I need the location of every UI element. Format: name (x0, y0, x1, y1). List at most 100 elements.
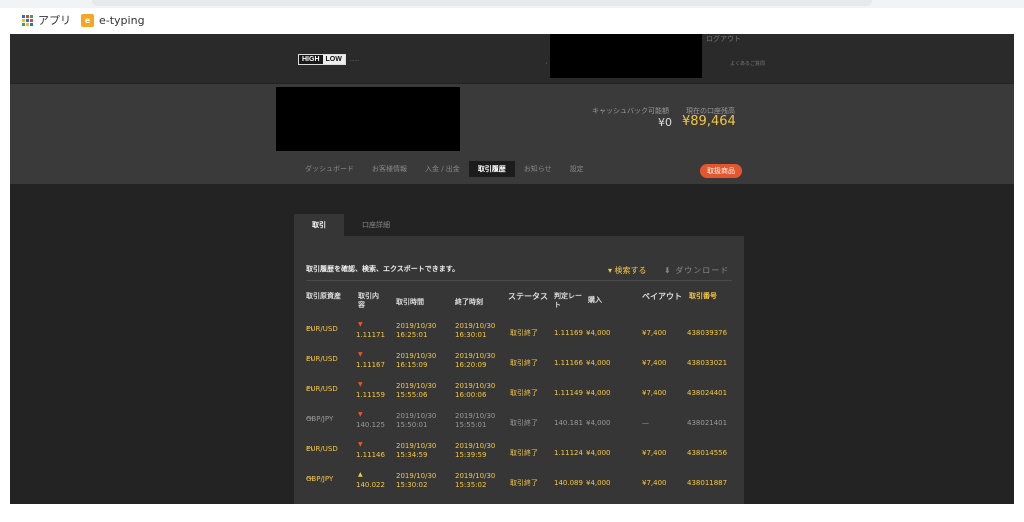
end-clock: 15:35:02 (455, 481, 487, 489)
apps-grid-icon (22, 14, 33, 26)
start-clock: 15:55:06 (396, 391, 428, 399)
purchase-cell: ¥4,000 (586, 449, 611, 457)
tab-trades[interactable]: 取引 (294, 214, 344, 236)
col-purchase[interactable]: 購入 (588, 296, 602, 305)
end-date: 2019/10/30 (455, 352, 496, 360)
address-field[interactable] (92, 0, 872, 6)
judge-rate-cell: 1.11124 (554, 449, 583, 457)
logo-low: LOW (322, 55, 345, 64)
download-button[interactable]: ⬇ ダウンロード (664, 265, 729, 276)
payout-cell: ¥7,400 (642, 449, 667, 457)
col-asset[interactable]: 取引原資産 (306, 292, 341, 301)
status-cell: 取引終了 (510, 419, 538, 427)
payout-cell: ¥7,400 (642, 359, 667, 367)
trade-id-cell: 438021401 (687, 419, 728, 427)
end-time: 2019/10/30 15:35:02 (455, 472, 495, 490)
site-header: HIGH LOW ...... ・ ログアウト よくあるご質問 (10, 34, 1014, 84)
judge-rate-cell: 1.11149 (554, 389, 583, 397)
col-trade-id[interactable]: 取引番号 (689, 292, 717, 301)
payout-cell: ¥7,400 (642, 479, 667, 487)
entry-rate: 140.022 (356, 481, 385, 489)
purchase-cell: ¥4,000 (586, 419, 611, 427)
end-clock: 15:39:59 (455, 451, 487, 459)
bookmark-apps[interactable]: アプリ (22, 12, 71, 28)
start-time: 2019/10/30 15:30:02 (396, 472, 436, 490)
col-start-time[interactable]: 取引時間 (396, 298, 424, 307)
bookmark-e-typing[interactable]: e e-typing (81, 13, 145, 27)
payout-cell: ¥7,400 (642, 329, 667, 337)
status-cell: 取引終了 (510, 389, 538, 397)
col-status[interactable]: ステータス (508, 292, 548, 301)
nav-dashboard[interactable]: ダッシュボード (296, 161, 363, 177)
end-time: 2019/10/30 16:30:01 (455, 322, 495, 340)
status-cell: 取引終了 (510, 329, 538, 337)
entry-rate: 1.11167 (356, 361, 385, 369)
bookmark-apps-label: アプリ (38, 14, 71, 27)
start-clock: 15:34:59 (396, 451, 428, 459)
table-row[interactable]: ◠ EUR/USD ▼ 1.11146 2019/10/30 15:34:59 2019/1… (306, 438, 736, 468)
col-payout[interactable]: ペイアウト (642, 292, 682, 301)
logo-high: HIGH (299, 55, 323, 64)
history-tabs: 取引 口座詳細 (294, 214, 408, 236)
start-clock: 16:25:01 (396, 331, 428, 339)
purchase-cell: ¥4,000 (586, 479, 611, 487)
end-clock: 16:20:09 (455, 361, 487, 369)
table-row[interactable]: ◠ GBP/JPY ▲ 140.022 2019/10/30 15:30:02 2019/1… (306, 468, 736, 498)
bookmarks-bar: アプリ e e-typing (0, 8, 1024, 32)
e-typing-icon: e (81, 13, 94, 27)
judge-rate-cell: 1.11169 (554, 329, 583, 337)
end-clock: 16:00:06 (455, 391, 487, 399)
header-dot: ・ (544, 61, 550, 67)
highlow-page: HIGH LOW ...... ・ ログアウト よくあるご質問 キャッシュバック… (10, 34, 1014, 504)
arrow-down-icon: ▼ (358, 411, 363, 418)
highlow-logo[interactable]: HIGH LOW ...... (298, 54, 359, 65)
page-bottom (0, 504, 1024, 522)
purchase-cell: ¥4,000 (586, 329, 611, 337)
col-end-time[interactable]: 終了時刻 (455, 298, 483, 307)
status-cell: 取引終了 (510, 359, 538, 367)
end-date: 2019/10/30 (455, 442, 496, 450)
status-cell: 取引終了 (510, 449, 538, 457)
end-clock: 16:30:01 (455, 331, 487, 339)
balance-value: ¥89,464 (682, 114, 736, 129)
products-badge-button[interactable]: 取扱商品 (700, 164, 742, 178)
payout-cell: ¥7,400 (642, 389, 667, 397)
col-judge-rate[interactable]: 判定レート (554, 292, 586, 310)
trade-id-cell: 438033021 (687, 359, 728, 367)
table-row[interactable]: ◠ EUR/USD ▼ 1.11159 2019/10/30 15:55:06 2019/1… (306, 378, 736, 408)
browser-url-bar[interactable] (0, 0, 1024, 8)
nav-trade-history[interactable]: 取引履歴 (468, 161, 515, 177)
bookmark-e-typing-label: e-typing (99, 13, 145, 27)
purchase-cell: ¥4,000 (586, 359, 611, 367)
redacted-account-block (276, 87, 460, 151)
table-row[interactable]: ◠ EUR/USD ▼ 1.11167 2019/10/30 16:15:09 2019/1… (306, 348, 736, 378)
end-date: 2019/10/30 (455, 322, 496, 330)
entry-rate: 1.11146 (356, 451, 385, 459)
trade-id-cell: 438039376 (687, 329, 728, 337)
logo-sub: ...... (349, 56, 360, 63)
table-row[interactable]: ◠ EUR/USD ▼ 1.11171 2019/10/30 16:25:01 2019/1… (306, 318, 736, 348)
nav-notices[interactable]: お知らせ (515, 161, 561, 177)
trade-id-cell: 438011887 (687, 479, 728, 487)
logout-link[interactable]: ログアウト (706, 34, 741, 44)
col-content[interactable]: 取引内容 (358, 292, 380, 310)
arrow-down-icon: ▼ (358, 441, 363, 448)
start-time: 2019/10/30 15:50:01 (396, 412, 436, 430)
nav-settings[interactable]: 設定 (561, 161, 593, 177)
panel-description: 取引履歴を確認、検索、エクスポートできます。 (306, 265, 460, 273)
nav-customer-info[interactable]: お客様情報 (363, 161, 416, 177)
start-date: 2019/10/30 (396, 442, 437, 450)
arrow-down-icon: ▼ (358, 381, 363, 388)
judge-rate-cell: 140.181 (554, 419, 583, 427)
table-row[interactable]: ◠ GBP/JPY ▼ 140.125 2019/10/30 15:50:01 2019/1… (306, 408, 736, 438)
faq-link[interactable]: よくあるご質問 (730, 60, 765, 67)
search-toggle-button[interactable]: ▾ 検索する (608, 265, 647, 276)
trade-id-cell: 438024401 (687, 389, 728, 397)
entry-rate: 140.125 (356, 421, 385, 429)
tab-account-details[interactable]: 口座詳細 (344, 214, 408, 236)
cashback-label: キャッシュバック可能額 (592, 107, 669, 115)
nav-deposit-withdraw[interactable]: 入金 / 出金 (416, 161, 469, 177)
start-time: 2019/10/30 15:55:06 (396, 382, 436, 400)
start-time: 2019/10/30 16:15:09 (396, 352, 436, 370)
arrow-down-icon: ▼ (358, 351, 363, 358)
